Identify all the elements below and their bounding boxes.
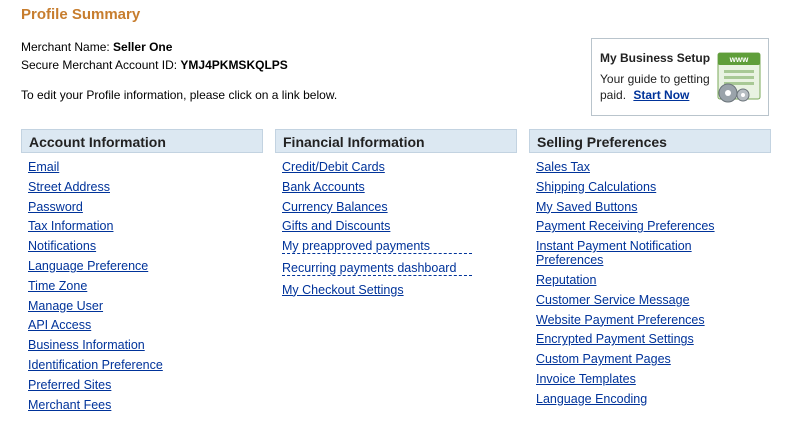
link-manage-user[interactable]: Manage User bbox=[28, 299, 218, 313]
merchant-account-line: Secure Merchant Account ID: YMJ4PKMSKQLP… bbox=[21, 58, 288, 72]
link-customer-service-message[interactable]: Customer Service Message bbox=[536, 293, 726, 307]
edit-instructions: To edit your Profile information, please… bbox=[21, 88, 338, 102]
selling-preferences-header: Selling Preferences bbox=[529, 129, 771, 153]
link-street-address[interactable]: Street Address bbox=[28, 180, 218, 194]
link-bank-accounts[interactable]: Bank Accounts bbox=[282, 180, 472, 194]
link-language-encoding[interactable]: Language Encoding bbox=[536, 392, 726, 406]
link-ipn-preferences[interactable]: Instant Payment Notification Preferences bbox=[536, 239, 726, 267]
setup-description: Your guide to getting paid. Start Now bbox=[600, 71, 716, 103]
merchant-name-line: Merchant Name: Seller One bbox=[21, 40, 172, 54]
link-website-payment-preferences[interactable]: Website Payment Preferences bbox=[536, 313, 726, 327]
business-setup-box: My Business Setup Your guide to getting … bbox=[591, 38, 769, 116]
merchant-account-label: Secure Merchant Account ID: bbox=[21, 58, 178, 72]
financial-information-list: Credit/Debit Cards Bank Accounts Currenc… bbox=[275, 160, 517, 297]
link-credit-debit-cards[interactable]: Credit/Debit Cards bbox=[282, 160, 472, 174]
link-sales-tax[interactable]: Sales Tax bbox=[536, 160, 726, 174]
link-email[interactable]: Email bbox=[28, 160, 218, 174]
account-information-list: Email Street Address Password Tax Inform… bbox=[21, 160, 263, 412]
account-information-column: Account Information Email Street Address… bbox=[21, 129, 263, 412]
link-notifications[interactable]: Notifications bbox=[28, 239, 218, 253]
link-gifts-and-discounts[interactable]: Gifts and Discounts bbox=[282, 219, 472, 233]
link-merchant-fees[interactable]: Merchant Fees bbox=[28, 398, 218, 412]
link-currency-balances[interactable]: Currency Balances bbox=[282, 200, 472, 214]
link-preapproved-payments[interactable]: My preapproved payments bbox=[282, 239, 472, 255]
link-encrypted-payment-settings[interactable]: Encrypted Payment Settings bbox=[536, 332, 726, 346]
financial-information-header: Financial Information bbox=[275, 129, 517, 153]
selling-preferences-column: Selling Preferences Sales Tax Shipping C… bbox=[529, 129, 771, 406]
link-saved-buttons[interactable]: My Saved Buttons bbox=[536, 200, 726, 214]
link-custom-payment-pages[interactable]: Custom Payment Pages bbox=[536, 352, 726, 366]
link-reputation[interactable]: Reputation bbox=[536, 273, 726, 287]
selling-preferences-list: Sales Tax Shipping Calculations My Saved… bbox=[529, 160, 771, 406]
start-now-link[interactable]: Start Now bbox=[633, 88, 689, 102]
link-shipping-calculations[interactable]: Shipping Calculations bbox=[536, 180, 726, 194]
page-title: Profile Summary bbox=[21, 6, 141, 23]
link-payment-receiving-preferences[interactable]: Payment Receiving Preferences bbox=[536, 219, 726, 233]
link-recurring-payments-dashboard[interactable]: Recurring payments dashboard bbox=[282, 261, 472, 276]
link-preferred-sites[interactable]: Preferred Sites bbox=[28, 378, 218, 392]
link-language-preference[interactable]: Language Preference bbox=[28, 259, 218, 273]
website-setup-icon: www bbox=[717, 52, 761, 103]
setup-title: My Business Setup bbox=[600, 51, 711, 65]
link-invoice-templates[interactable]: Invoice Templates bbox=[536, 372, 726, 386]
link-api-access[interactable]: API Access bbox=[28, 318, 218, 332]
merchant-name-value: Seller One bbox=[113, 40, 173, 54]
account-information-header: Account Information bbox=[21, 129, 263, 153]
financial-information-column: Financial Information Credit/Debit Cards… bbox=[275, 129, 517, 297]
link-identification-preference[interactable]: Identification Preference bbox=[28, 358, 218, 372]
merchant-name-label: Merchant Name: bbox=[21, 40, 110, 54]
svg-text:www: www bbox=[729, 55, 749, 64]
link-password[interactable]: Password bbox=[28, 200, 218, 214]
link-time-zone[interactable]: Time Zone bbox=[28, 279, 218, 293]
link-checkout-settings[interactable]: My Checkout Settings bbox=[282, 283, 472, 297]
merchant-account-value: YMJ4PKMSKQLPS bbox=[180, 58, 288, 72]
link-tax-information[interactable]: Tax Information bbox=[28, 219, 218, 233]
link-business-information[interactable]: Business Information bbox=[28, 338, 218, 352]
